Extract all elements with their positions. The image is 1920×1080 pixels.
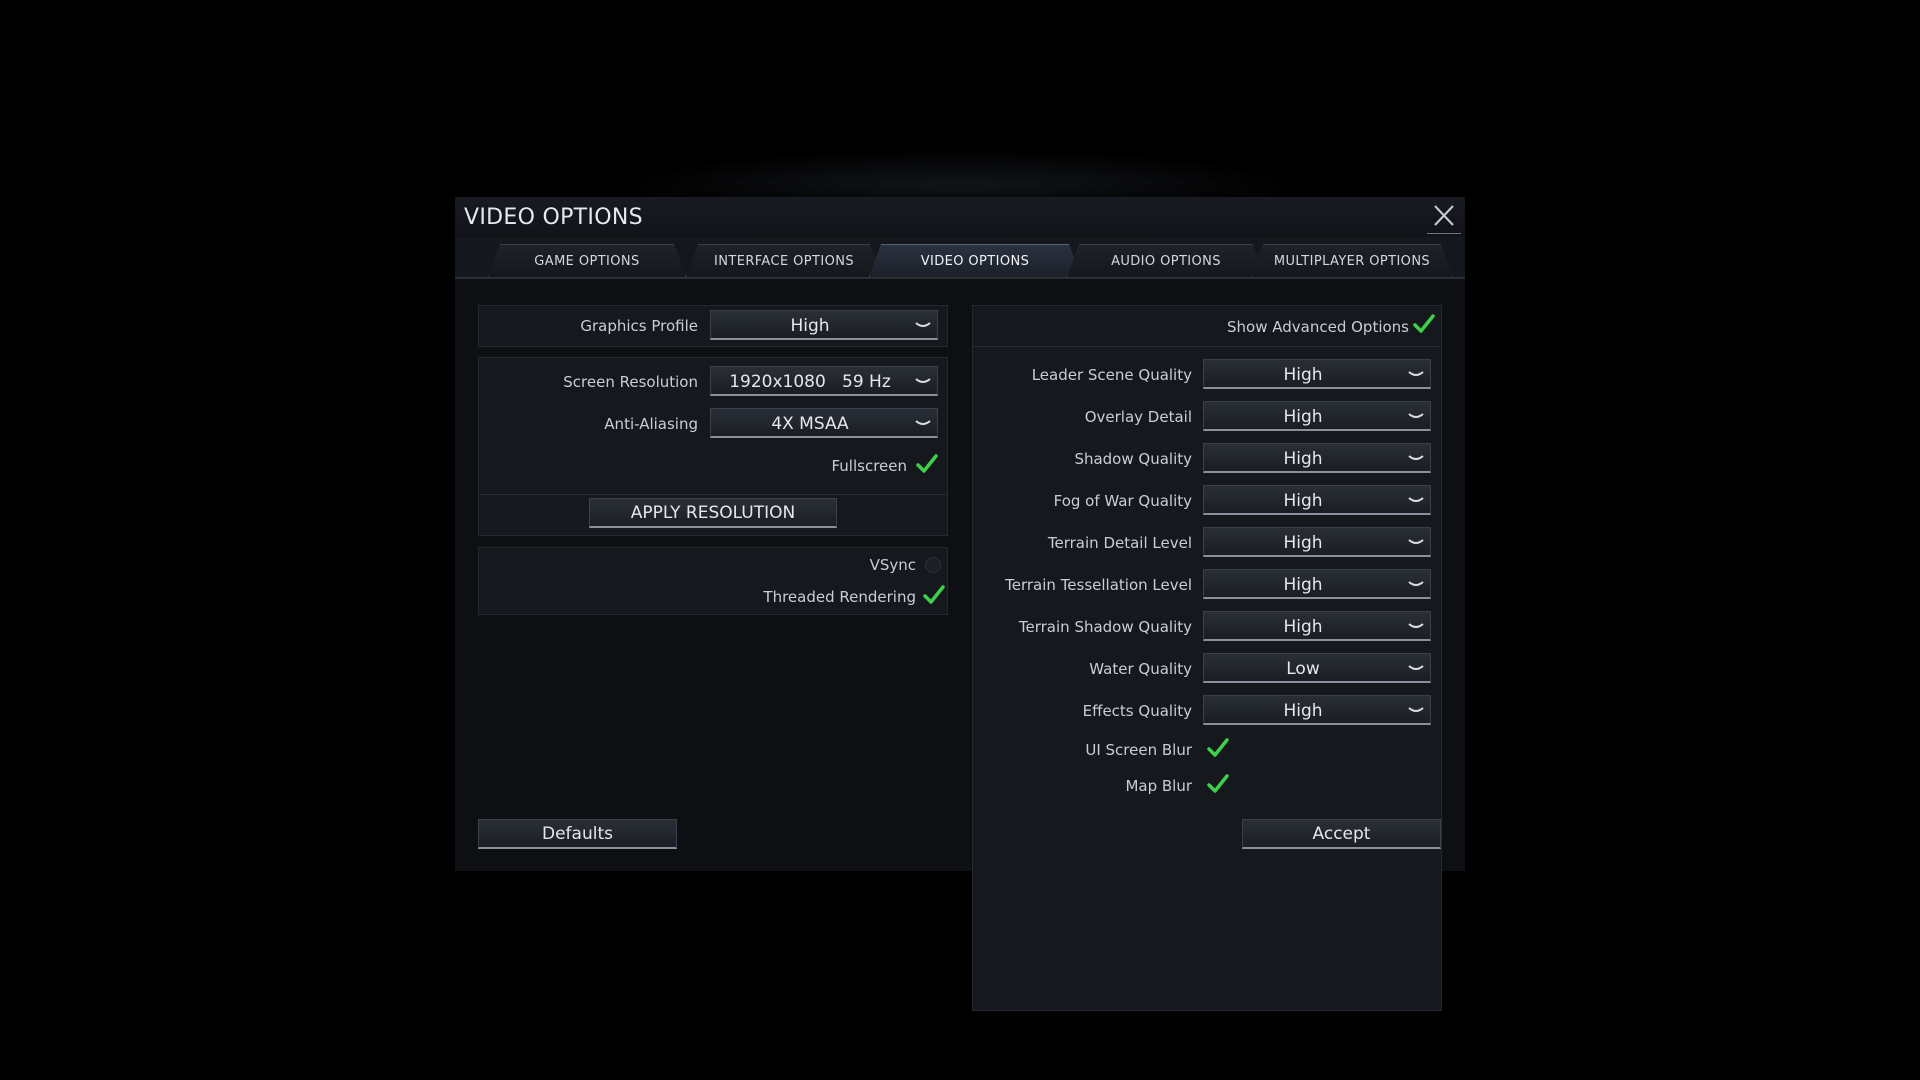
chevron-down-icon bbox=[1408, 623, 1424, 628]
fog-of-war-quality-value: High bbox=[1283, 491, 1323, 511]
vsync-label: VSync bbox=[869, 556, 916, 574]
anti-aliasing-label: Anti-Aliasing bbox=[604, 415, 698, 433]
dialog-title: VIDEO OPTIONS bbox=[464, 205, 643, 230]
overlay-detail-dropdown[interactable]: High bbox=[1203, 401, 1431, 431]
chevron-down-icon bbox=[1408, 455, 1424, 460]
anti-aliasing-dropdown[interactable]: 4X MSAA bbox=[710, 408, 938, 438]
overlay-detail-label: Overlay Detail bbox=[1084, 408, 1192, 426]
chevron-down-icon bbox=[915, 322, 931, 327]
screen-resolution-label: Screen Resolution bbox=[563, 373, 698, 391]
chevron-down-icon bbox=[1408, 497, 1424, 502]
screen-resolution-value: 1920x1080 59 Hz bbox=[729, 372, 891, 392]
terrain-detail-level-dropdown[interactable]: High bbox=[1203, 527, 1431, 557]
tab-interface-options[interactable]: INTERFACE OPTIONS bbox=[686, 244, 882, 277]
threaded-rendering-label: Threaded Rendering bbox=[763, 588, 916, 606]
leader-scene-quality-value: High bbox=[1283, 365, 1323, 385]
defaults-button[interactable]: Defaults bbox=[478, 819, 677, 849]
apply-resolution-button[interactable]: APPLY RESOLUTION bbox=[589, 498, 837, 528]
chevron-down-icon bbox=[1408, 665, 1424, 670]
terrain-shadow-quality-value: High bbox=[1283, 617, 1323, 637]
graphics-profile-label: Graphics Profile bbox=[580, 317, 698, 335]
graphics-profile-dropdown[interactable]: High bbox=[710, 310, 938, 340]
ui-screen-blur-label: UI Screen Blur bbox=[1085, 741, 1192, 759]
video-options-dialog: VIDEO OPTIONS GAME OPTIONS INTERFACE OPT… bbox=[455, 197, 1465, 1011]
tab-bar: GAME OPTIONS INTERFACE OPTIONS VIDEO OPT… bbox=[455, 237, 1465, 279]
panel-divider bbox=[973, 346, 1441, 347]
ui-screen-blur-checkbox[interactable] bbox=[1207, 738, 1229, 758]
tab-video-options[interactable]: VIDEO OPTIONS bbox=[869, 244, 1081, 277]
tab-game-options[interactable]: GAME OPTIONS bbox=[488, 244, 686, 277]
chevron-down-icon bbox=[915, 378, 931, 383]
graphics-profile-panel: Graphics Profile High bbox=[478, 305, 948, 347]
terrain-tessellation-level-label: Terrain Tessellation Level bbox=[1005, 576, 1192, 594]
shadow-quality-dropdown[interactable]: High bbox=[1203, 443, 1431, 473]
map-blur-checkbox[interactable] bbox=[1207, 774, 1229, 794]
terrain-shadow-quality-dropdown[interactable]: High bbox=[1203, 611, 1431, 641]
tab-multiplayer-options[interactable]: MULTIPLAYER OPTIONS bbox=[1251, 244, 1453, 277]
tab-audio-options[interactable]: AUDIO OPTIONS bbox=[1067, 244, 1265, 277]
chevron-down-icon bbox=[1408, 413, 1424, 418]
terrain-shadow-quality-label: Terrain Shadow Quality bbox=[1018, 618, 1192, 636]
anti-aliasing-value: 4X MSAA bbox=[771, 414, 849, 434]
screen-resolution-dropdown[interactable]: 1920x1080 59 Hz bbox=[710, 366, 938, 396]
fog-of-war-quality-dropdown[interactable]: High bbox=[1203, 485, 1431, 515]
terrain-detail-level-value: High bbox=[1283, 533, 1323, 553]
close-button[interactable] bbox=[1427, 201, 1461, 234]
graphics-profile-value: High bbox=[790, 316, 830, 336]
chevron-down-icon bbox=[915, 420, 931, 425]
rendering-panel: VSync Threaded Rendering bbox=[478, 547, 948, 615]
show-advanced-label: Show Advanced Options bbox=[1227, 318, 1409, 336]
display-panel: Screen Resolution 1920x1080 59 Hz Anti-A… bbox=[478, 357, 948, 536]
chevron-down-icon bbox=[1408, 707, 1424, 712]
title-bar: VIDEO OPTIONS bbox=[455, 197, 1465, 238]
advanced-options-panel: Show Advanced Options Leader Scene Quali… bbox=[972, 305, 1442, 1011]
effects-quality-label: Effects Quality bbox=[1082, 702, 1192, 720]
show-advanced-checkbox[interactable] bbox=[1413, 314, 1435, 334]
water-quality-dropdown[interactable]: Low bbox=[1203, 653, 1431, 683]
shadow-quality-value: High bbox=[1283, 449, 1323, 469]
map-blur-label: Map Blur bbox=[1125, 777, 1192, 795]
leader-scene-quality-dropdown[interactable]: High bbox=[1203, 359, 1431, 389]
fullscreen-label: Fullscreen bbox=[831, 457, 907, 475]
fullscreen-checkbox[interactable] bbox=[916, 454, 938, 474]
terrain-tessellation-level-value: High bbox=[1283, 575, 1323, 595]
overlay-detail-value: High bbox=[1283, 407, 1323, 427]
chevron-down-icon bbox=[1408, 581, 1424, 586]
fog-of-war-quality-label: Fog of War Quality bbox=[1053, 492, 1192, 510]
terrain-tessellation-level-dropdown[interactable]: High bbox=[1203, 569, 1431, 599]
threaded-rendering-checkbox[interactable] bbox=[923, 585, 945, 605]
effects-quality-dropdown[interactable]: High bbox=[1203, 695, 1431, 725]
water-quality-label: Water Quality bbox=[1089, 660, 1192, 678]
water-quality-value: Low bbox=[1286, 659, 1320, 679]
terrain-detail-level-label: Terrain Detail Level bbox=[1047, 534, 1192, 552]
chevron-down-icon bbox=[1408, 539, 1424, 544]
accept-button[interactable]: Accept bbox=[1242, 819, 1441, 849]
leader-scene-quality-label: Leader Scene Quality bbox=[1031, 366, 1192, 384]
close-icon bbox=[1434, 205, 1454, 226]
shadow-quality-label: Shadow Quality bbox=[1074, 450, 1192, 468]
chevron-down-icon bbox=[1408, 371, 1424, 376]
panel-divider bbox=[479, 494, 947, 495]
effects-quality-value: High bbox=[1283, 701, 1323, 721]
vsync-checkbox[interactable] bbox=[925, 557, 941, 573]
